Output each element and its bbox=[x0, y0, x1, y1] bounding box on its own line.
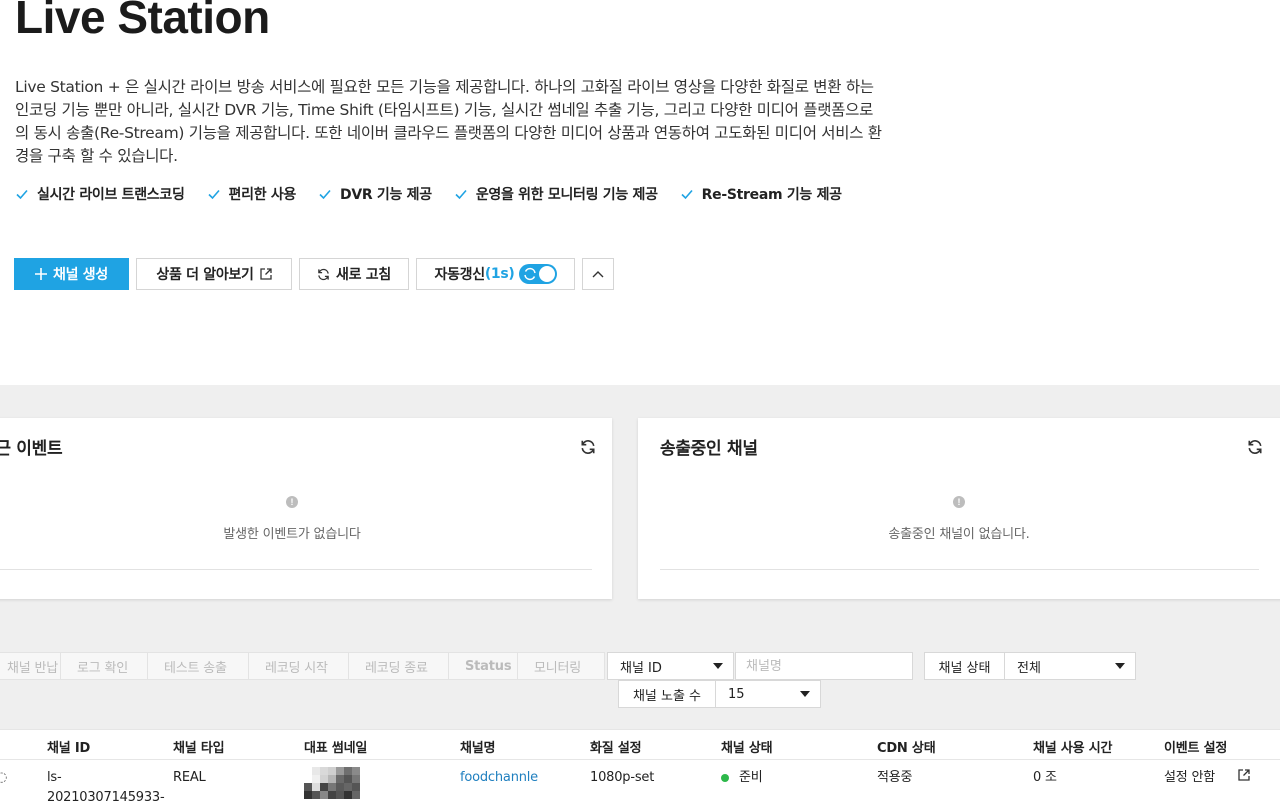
return-channel-button[interactable]: 채널 반납 bbox=[0, 653, 61, 679]
feature-label: 실시간 라이브 트랜스코딩 bbox=[37, 187, 185, 203]
channel-search bbox=[735, 652, 916, 680]
column-header: 채널 상태 bbox=[721, 741, 773, 756]
channel-id-line-2: 20210307145933- bbox=[47, 790, 165, 802]
thumbnail-image bbox=[304, 767, 360, 799]
toolbar: 채널 생성 상품 더 알아보기 새로 고침 자동갱신 (1s) bbox=[14, 258, 614, 290]
streaming-channels-card: 송출중인 채널 ! 송출중인 채널이 없습니다. bbox=[638, 418, 1280, 599]
column-header: 대표 썸네일 bbox=[304, 741, 368, 756]
channel-id-cell: ls- 20210307145933- bbox=[47, 768, 165, 802]
feature-label: Re-Stream 기능 제공 bbox=[701, 187, 842, 203]
create-channel-button[interactable]: 채널 생성 bbox=[14, 258, 129, 290]
caret-down-icon bbox=[800, 691, 810, 697]
feature-list: 실시간 라이브 트랜스코딩 편리한 사용 DVR 기능 제공 운영을 위한 모니… bbox=[15, 184, 842, 204]
status-ready-icon bbox=[721, 773, 729, 782]
column-header: 채널 ID bbox=[47, 741, 91, 756]
page-size-select[interactable]: 15 bbox=[715, 680, 821, 708]
status-button[interactable]: Status bbox=[449, 653, 518, 679]
auto-refresh-toggle[interactable] bbox=[518, 264, 557, 284]
channel-name-link[interactable]: foodchannle bbox=[460, 770, 538, 785]
feature-item: Re-Stream 기능 제공 bbox=[680, 184, 842, 204]
divider bbox=[660, 569, 1259, 570]
search-input[interactable] bbox=[746, 658, 916, 674]
refresh-icon bbox=[318, 268, 329, 280]
search-type-value: 채널 ID bbox=[620, 660, 662, 676]
view-log-button[interactable]: 로그 확인 bbox=[61, 653, 148, 679]
feature-label: 편리한 사용 bbox=[228, 187, 297, 203]
feature-item: 편리한 사용 bbox=[207, 184, 296, 204]
check-icon bbox=[16, 189, 28, 200]
feature-label: DVR 기능 제공 bbox=[340, 187, 432, 203]
empty-message: 송출중인 채널이 없습니다. bbox=[888, 527, 1030, 542]
page-size-value: 15 bbox=[728, 686, 745, 702]
feature-item: DVR 기능 제공 bbox=[318, 184, 432, 204]
empty-message: 발생한 이벤트가 없습니다 bbox=[223, 527, 361, 542]
learn-more-button[interactable]: 상품 더 알아보기 bbox=[136, 258, 292, 290]
external-link-icon bbox=[259, 268, 272, 280]
feature-item: 실시간 라이브 트랜스코딩 bbox=[15, 184, 185, 204]
monitoring-button[interactable]: 모니터링 bbox=[518, 653, 604, 679]
column-header: 화질 설정 bbox=[590, 741, 642, 756]
info-icon: ! bbox=[286, 496, 298, 508]
caret-down-icon bbox=[1115, 663, 1125, 669]
channel-action-bar: 채널 반납 로그 확인 테스트 송출 레코딩 시작 레코딩 종료 Status … bbox=[0, 652, 605, 680]
recent-events-card: 최근 이벤트 ! 발생한 이벤트가 없습니다 bbox=[0, 418, 612, 599]
page-description: Live Station + 은 실시간 라이브 방송 서비스에 필요한 모든 … bbox=[15, 78, 882, 165]
column-header: CDN 상태 bbox=[877, 741, 936, 756]
channel-id-line-1: ls- bbox=[47, 770, 62, 785]
caret-down-icon bbox=[713, 663, 723, 669]
table-header: 채널 ID 채널 타입 대표 썸네일 채널명 화질 설정 채널 상태 CDN 상… bbox=[0, 729, 1280, 760]
create-channel-label: 채널 생성 bbox=[53, 267, 108, 283]
card-title: 최근 이벤트 bbox=[0, 439, 63, 459]
column-header: 채널 타입 bbox=[173, 741, 225, 756]
channel-table: 채널 ID 채널 타입 대표 썸네일 채널명 화질 설정 채널 상태 CDN 상… bbox=[0, 729, 1280, 802]
external-link-icon[interactable] bbox=[1238, 769, 1250, 781]
test-stream-button[interactable]: 테스트 송출 bbox=[148, 653, 249, 679]
check-icon bbox=[455, 189, 467, 200]
event-setting-cell: 설정 안함 bbox=[1164, 770, 1215, 785]
check-icon bbox=[207, 189, 220, 200]
toggle-knob bbox=[538, 266, 555, 282]
auto-refresh-interval: (1s) bbox=[484, 266, 515, 282]
search-type-select[interactable]: 채널 ID bbox=[607, 652, 734, 680]
refresh-button[interactable]: 새로 고침 bbox=[299, 258, 409, 290]
column-header: 채널 사용 시간 bbox=[1033, 741, 1113, 756]
row-checkbox-partial[interactable]: ◌ bbox=[0, 768, 7, 788]
channel-type-cell: REAL bbox=[173, 770, 206, 785]
status-filter-label: 채널 상태 bbox=[924, 652, 1005, 680]
page-size-label: 채널 노출 수 bbox=[618, 680, 716, 708]
status-label: 준비 bbox=[739, 770, 763, 785]
auto-refresh-label: 자동갱신 bbox=[434, 267, 486, 283]
learn-more-label: 상품 더 알아보기 bbox=[156, 267, 254, 283]
feature-label: 운영을 위한 모니터링 기능 제공 bbox=[475, 187, 658, 203]
refresh-icon[interactable] bbox=[580, 439, 596, 455]
refresh-label: 새로 고침 bbox=[336, 267, 391, 283]
quality-cell: 1080p-set bbox=[590, 770, 655, 785]
feature-item: 운영을 위한 모니터링 기능 제공 bbox=[454, 184, 658, 204]
auto-refresh-control: 자동갱신 (1s) bbox=[416, 258, 575, 290]
start-recording-button[interactable]: 레코딩 시작 bbox=[249, 653, 349, 679]
plus-icon bbox=[35, 268, 48, 280]
usage-time-cell: 0 조 bbox=[1033, 770, 1057, 785]
sync-icon bbox=[523, 267, 536, 281]
page-title: Live Station bbox=[15, 0, 270, 43]
status-filter-select[interactable]: 전체 bbox=[1004, 652, 1136, 680]
check-icon bbox=[681, 189, 693, 200]
divider bbox=[0, 569, 592, 570]
collapse-button[interactable] bbox=[582, 258, 614, 290]
refresh-icon[interactable] bbox=[1247, 439, 1263, 455]
column-header: 이벤트 설정 bbox=[1164, 741, 1228, 756]
status-filter-value: 전체 bbox=[1017, 660, 1041, 676]
chevron-up-icon bbox=[592, 271, 604, 278]
channel-status-cell: 준비 bbox=[721, 768, 763, 788]
stop-recording-button[interactable]: 레코딩 종료 bbox=[349, 653, 449, 679]
card-title: 송출중인 채널 bbox=[660, 439, 758, 459]
info-icon: ! bbox=[953, 496, 965, 508]
cdn-status-cell: 적용중 bbox=[877, 770, 913, 785]
check-icon bbox=[319, 189, 331, 200]
column-header: 채널명 bbox=[460, 741, 496, 756]
channel-name-cell: foodchannle bbox=[460, 768, 538, 788]
